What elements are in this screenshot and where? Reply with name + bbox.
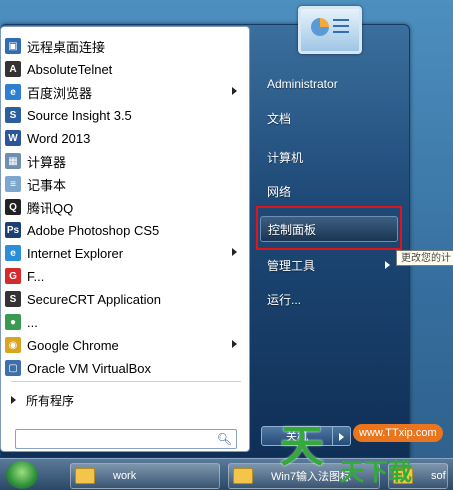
program-item-label: Word 2013 bbox=[27, 130, 91, 146]
all-programs-label: 所有程序 bbox=[26, 393, 75, 408]
program-item-label: Google Chrome bbox=[27, 337, 119, 353]
shutdown-options-button[interactable] bbox=[333, 426, 351, 446]
program-item-label: 百度浏览器 bbox=[27, 85, 93, 101]
program-item[interactable]: Q 腾讯QQ bbox=[5, 196, 245, 218]
program-item-label: SecureCRT Application bbox=[27, 291, 161, 307]
program-list-panel: ▣ 远程桌面连接 A AbsoluteTelnet e 百度浏览器 S Source Insi… bbox=[0, 26, 250, 452]
program-item-label: 腾讯QQ bbox=[27, 200, 74, 216]
all-programs-button[interactable]: 所有程序 bbox=[11, 389, 74, 411]
program-item-label: Adobe Photoshop CS5 bbox=[27, 222, 160, 238]
program-item[interactable]: ▣ 远程桌面连接 bbox=[5, 35, 245, 57]
chrome-icon: ◉ bbox=[5, 337, 21, 353]
submenu-arrow-icon[interactable] bbox=[385, 261, 390, 269]
program-item[interactable]: ▦ 计算器 bbox=[5, 150, 245, 172]
program-item-label: AbsoluteTelnet bbox=[27, 61, 113, 77]
search-box[interactable]: 🔍︎ bbox=[15, 429, 237, 449]
program-item-label: F... bbox=[27, 268, 45, 284]
taskbar-button[interactable]: work bbox=[70, 463, 220, 489]
user-picture-bar-icon bbox=[333, 31, 349, 33]
ie-icon: e bbox=[5, 245, 21, 261]
remote-desktop-icon: ▣ bbox=[5, 38, 21, 54]
word-icon: W bbox=[5, 130, 21, 146]
calculator-icon: ▦ bbox=[5, 153, 21, 169]
right-item-administrator[interactable]: Administrator bbox=[260, 71, 398, 97]
photoshop-icon: Ps bbox=[5, 222, 21, 238]
search-input[interactable] bbox=[18, 431, 212, 449]
program-item-label: 计算器 bbox=[27, 154, 67, 170]
user-picture-bar-icon bbox=[333, 19, 349, 21]
program-list-separator bbox=[11, 381, 241, 382]
program-item[interactable]: ≡ 记事本 bbox=[5, 173, 245, 195]
app-green-icon: ● bbox=[5, 314, 21, 330]
user-picture-bar-icon bbox=[333, 25, 349, 27]
program-item-label: ... bbox=[27, 314, 38, 330]
start-orb-button[interactable] bbox=[6, 461, 38, 489]
folder-icon bbox=[75, 468, 95, 484]
taskbar-button-label: work bbox=[113, 470, 137, 482]
program-item[interactable]: ▢ Oracle VM VirtualBox bbox=[5, 357, 245, 379]
program-item[interactable]: e Internet Explorer bbox=[5, 242, 245, 264]
submenu-arrow-icon[interactable] bbox=[232, 340, 237, 348]
watermark-url: www.TTxip.com bbox=[353, 424, 443, 442]
right-item-label: 管理工具 bbox=[267, 258, 316, 273]
program-item-label: Source Insight 3.5 bbox=[27, 107, 132, 123]
control-panel-tooltip: 更改您的计 bbox=[396, 250, 453, 266]
right-item-run[interactable]: 运行... bbox=[260, 286, 398, 312]
securecrt-icon: S bbox=[5, 291, 21, 307]
right-item-admin-tools[interactable]: 管理工具 bbox=[260, 252, 398, 278]
notepad-icon: ≡ bbox=[5, 176, 21, 192]
submenu-arrow-icon[interactable] bbox=[232, 248, 237, 256]
program-item[interactable]: W Word 2013 bbox=[5, 127, 245, 149]
program-item[interactable]: ●... bbox=[5, 311, 245, 333]
right-item-label: Administrator bbox=[267, 77, 338, 91]
virtualbox-icon: ▢ bbox=[5, 360, 21, 376]
all-programs-arrow-icon bbox=[11, 396, 16, 404]
folder-icon bbox=[233, 468, 253, 484]
right-item-network[interactable]: 网络 bbox=[260, 178, 398, 204]
right-item-label: 网络 bbox=[267, 184, 292, 199]
right-item-label: 计算机 bbox=[267, 150, 304, 165]
taskbar-button-label: sof bbox=[431, 470, 446, 482]
watermark-logo: 天 bbox=[280, 421, 324, 472]
program-item[interactable]: A AbsoluteTelnet bbox=[5, 58, 245, 80]
search-icon[interactable]: 🔍︎ bbox=[217, 432, 232, 446]
control-panel-highlight-outline bbox=[256, 206, 402, 250]
baidu-browser-icon: e bbox=[5, 84, 21, 100]
user-picture-pie-icon bbox=[311, 18, 329, 36]
program-item[interactable]: G F... bbox=[5, 265, 245, 287]
submenu-arrow-icon[interactable] bbox=[232, 87, 237, 95]
program-item-label: 远程桌面连接 bbox=[27, 39, 106, 55]
right-item-documents[interactable]: 文档 bbox=[260, 105, 398, 131]
user-picture[interactable] bbox=[298, 6, 362, 54]
absolutetelnet-icon: A bbox=[5, 61, 21, 77]
program-item-label: 记事本 bbox=[27, 177, 67, 193]
program-item[interactable]: ◉ Google Chrome bbox=[5, 334, 245, 356]
program-item-label: Internet Explorer bbox=[27, 245, 124, 261]
app-red-icon: G bbox=[5, 268, 21, 284]
source-insight-icon: S bbox=[5, 107, 21, 123]
right-item-computer[interactable]: 计算机 bbox=[260, 144, 398, 170]
program-item[interactable]: S Source Insight 3.5 bbox=[5, 104, 245, 126]
program-item[interactable]: Ps Adobe Photoshop CS5 bbox=[5, 219, 245, 241]
right-item-label: 文档 bbox=[267, 111, 292, 126]
program-item-label: Oracle VM VirtualBox bbox=[27, 360, 152, 376]
watermark-text: 天下载 bbox=[340, 458, 412, 486]
qq-icon: Q bbox=[5, 199, 21, 215]
program-item[interactable]: S SecureCRT Application bbox=[5, 288, 245, 310]
program-item[interactable]: e 百度浏览器 bbox=[5, 81, 245, 103]
right-item-label: 运行... bbox=[267, 292, 302, 307]
